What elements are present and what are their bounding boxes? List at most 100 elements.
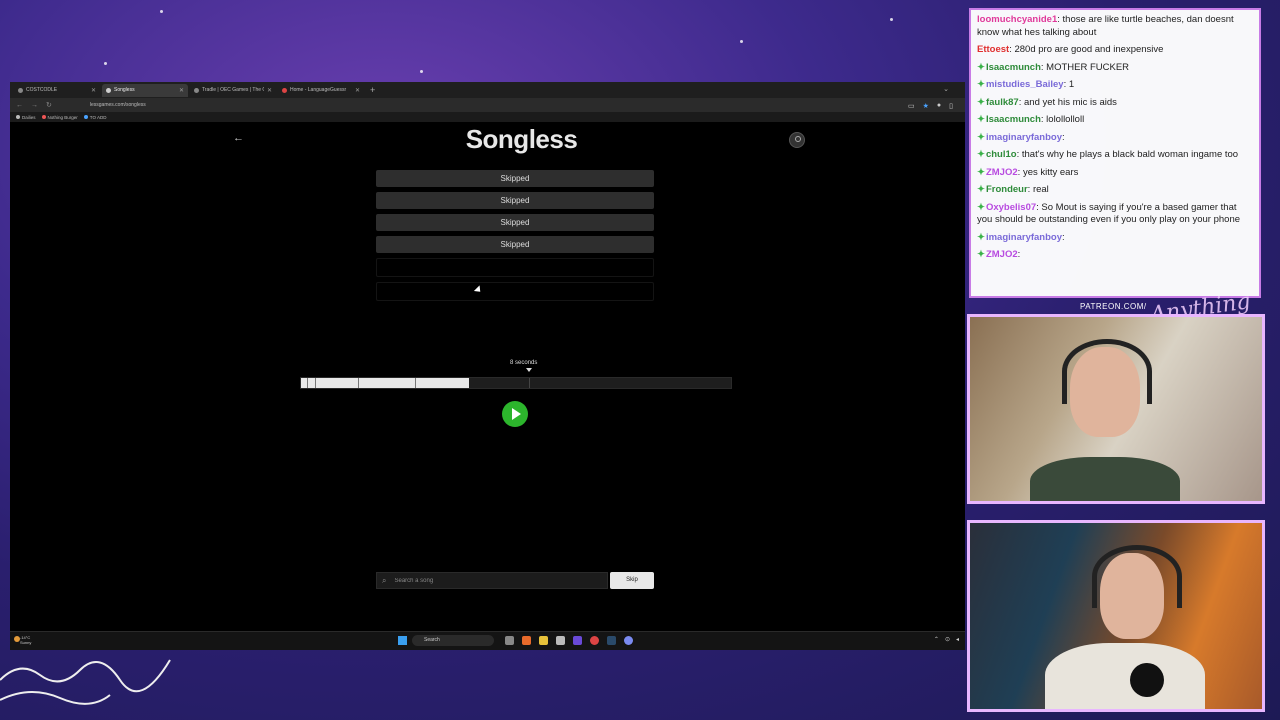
file-explorer-icon[interactable] (539, 636, 548, 645)
url-field[interactable]: lessgames.com/songless (90, 102, 146, 108)
system-tray: ⌃ ⊙ ◂ (934, 636, 959, 643)
bookmark-label: Dailies (22, 114, 36, 120)
close-icon[interactable]: ✕ (355, 87, 360, 94)
network-icon[interactable]: ⊙ (945, 636, 950, 643)
bookmark-dailies[interactable]: Dailies (16, 115, 36, 120)
guess-slot-empty (376, 258, 654, 277)
forward-nav-icon[interactable]: → (31, 102, 38, 109)
guess-slot: Skipped (376, 192, 654, 209)
chat-text: 280d pro are good and inexpensive (1014, 44, 1164, 55)
bookmark-label: Nothing Burger (47, 114, 78, 120)
chat-text: 1 (1068, 79, 1075, 90)
chrome-icon[interactable] (590, 636, 599, 645)
bookmark-nothing-burger[interactable]: Nothing Burger (41, 114, 78, 120)
chat-username[interactable]: imaginaryfanboy (986, 232, 1062, 243)
background-star (160, 10, 163, 13)
person-shirt (1030, 457, 1180, 501)
reload-icon[interactable]: ↻ (46, 101, 52, 109)
chat-username[interactable]: chul1o (986, 149, 1017, 160)
profile-icon[interactable]: ● (937, 102, 941, 110)
favicon-icon (106, 87, 111, 93)
close-icon[interactable]: ✕ (91, 87, 96, 94)
tab-bar: COSTCODLE ✕ Songless ✕ Tradle | OEC Game… (10, 82, 965, 98)
sub-badge-icon: ✦ (977, 231, 985, 243)
tab-label: Songless (114, 87, 135, 93)
background-star (420, 70, 423, 73)
chat-text: that's why he plays a black bald woman i… (1021, 149, 1239, 160)
steam-icon[interactable] (607, 636, 616, 645)
audio-progress-bar[interactable] (300, 377, 732, 389)
person-shirt (1045, 643, 1205, 709)
chat-username[interactable]: mistudies_Bailey (986, 79, 1064, 90)
chat-message: ✦chul1o: that's why he plays a black bal… (977, 149, 1253, 162)
chat-username[interactable]: Frondeur (986, 184, 1028, 195)
tab-tradle[interactable]: Tradle | OEC Games | The Obse ✕ (190, 84, 276, 97)
chat-username[interactable]: Isaacmunch (986, 114, 1041, 125)
chat-username[interactable]: faulk87 (986, 97, 1019, 108)
sub-badge-icon: ✦ (977, 166, 985, 178)
chat-message: ✦Oxybelis07: So Mout is saying if you're… (977, 202, 1253, 227)
taskbar-search[interactable]: Search (412, 635, 494, 646)
chat-message: ✦Isaacmunch: MOTHER FUCKER (977, 62, 1253, 75)
chat-message: ✦imaginaryfanboy: (977, 232, 1253, 245)
windows-taskbar: -14°C Sunny Search ⌃ ⊙ ◂ (10, 631, 965, 650)
chat-username[interactable]: Ettoest (977, 44, 1009, 55)
folder-icon (16, 115, 20, 120)
song-search-input[interactable] (392, 576, 587, 585)
desktop-scribble-decoration (0, 659, 171, 705)
chat-username[interactable]: Oxybelis07 (986, 202, 1036, 213)
windows-start-icon[interactable] (398, 636, 407, 645)
back-nav-icon[interactable]: ← (16, 102, 23, 109)
song-search-field[interactable]: ⌕ (376, 572, 608, 589)
sub-badge-icon: ✦ (977, 184, 985, 195)
taskbar-app-icon[interactable] (505, 636, 514, 645)
firefox-icon[interactable] (522, 636, 531, 645)
background-star (104, 62, 107, 65)
tab-songless[interactable]: Songless ✕ (102, 83, 188, 97)
chat-username[interactable]: ZMJO2 (986, 167, 1018, 178)
skip-button[interactable]: Skip (610, 572, 654, 589)
segment-divider (358, 378, 359, 388)
progress-fill (301, 378, 469, 388)
chevron-down-icon[interactable]: ⌄ (943, 85, 949, 93)
sub-badge-icon: ✦ (977, 79, 985, 90)
chat-username[interactable]: ZMJO2 (986, 249, 1018, 260)
chat-message: loomuchcyanide1: those are like turtle b… (977, 14, 1253, 39)
chat-username[interactable]: loomuchcyanide1 (977, 14, 1057, 25)
chat-colon: : (1062, 131, 1065, 143)
chevron-up-icon[interactable]: ⌃ (934, 636, 939, 643)
tab-costcodle[interactable]: COSTCODLE ✕ (14, 84, 100, 97)
favicon-icon (282, 87, 287, 93)
taskbar-app-icon[interactable] (573, 636, 582, 645)
chat-colon: : (1062, 231, 1065, 243)
taskbar-app-icon[interactable] (556, 636, 565, 645)
chat-text: MOTHER FUCKER (1046, 61, 1130, 73)
bookmark-to-add[interactable]: TO ADD (83, 115, 106, 120)
discord-icon[interactable] (624, 636, 633, 645)
close-icon[interactable]: ✕ (267, 87, 272, 94)
chat-message: ✦ZMJO2: yes kitty ears (977, 167, 1253, 180)
new-tab-button[interactable]: + (370, 85, 375, 95)
extension-icon[interactable]: ▭ (908, 102, 915, 110)
chat-username[interactable]: Isaacmunch (986, 62, 1041, 73)
tab-label: Home - LanguageGuessr (290, 87, 347, 93)
chat-text: yes kitty ears (1022, 166, 1079, 178)
chat-text: real (1032, 184, 1049, 195)
extensions-menu-icon[interactable]: ▯ (949, 102, 953, 110)
microphone-icon (1130, 663, 1164, 697)
sub-badge-icon: ✦ (977, 114, 985, 125)
seconds-pointer-icon (526, 368, 532, 372)
tab-languageguessr[interactable]: Home - LanguageGuessr ✕ (278, 84, 364, 97)
close-icon[interactable]: ✕ (179, 87, 184, 94)
volume-icon[interactable]: ◂ (956, 636, 959, 643)
headset-icon (1062, 339, 1152, 404)
account-icon[interactable] (789, 132, 805, 148)
play-button[interactable] (502, 401, 528, 427)
toolbar-icons: ▭ ★ ● ▯ (908, 102, 953, 110)
favicon-icon (194, 87, 199, 93)
bookmark-star-icon[interactable]: ★ (923, 102, 929, 110)
weather-widget[interactable]: -14°C Sunny (20, 635, 31, 645)
chat-username[interactable]: imaginaryfanboy (986, 132, 1062, 143)
chat-colon: : (1017, 249, 1021, 260)
browser-window: COSTCODLE ✕ Songless ✕ Tradle | OEC Game… (10, 82, 965, 649)
